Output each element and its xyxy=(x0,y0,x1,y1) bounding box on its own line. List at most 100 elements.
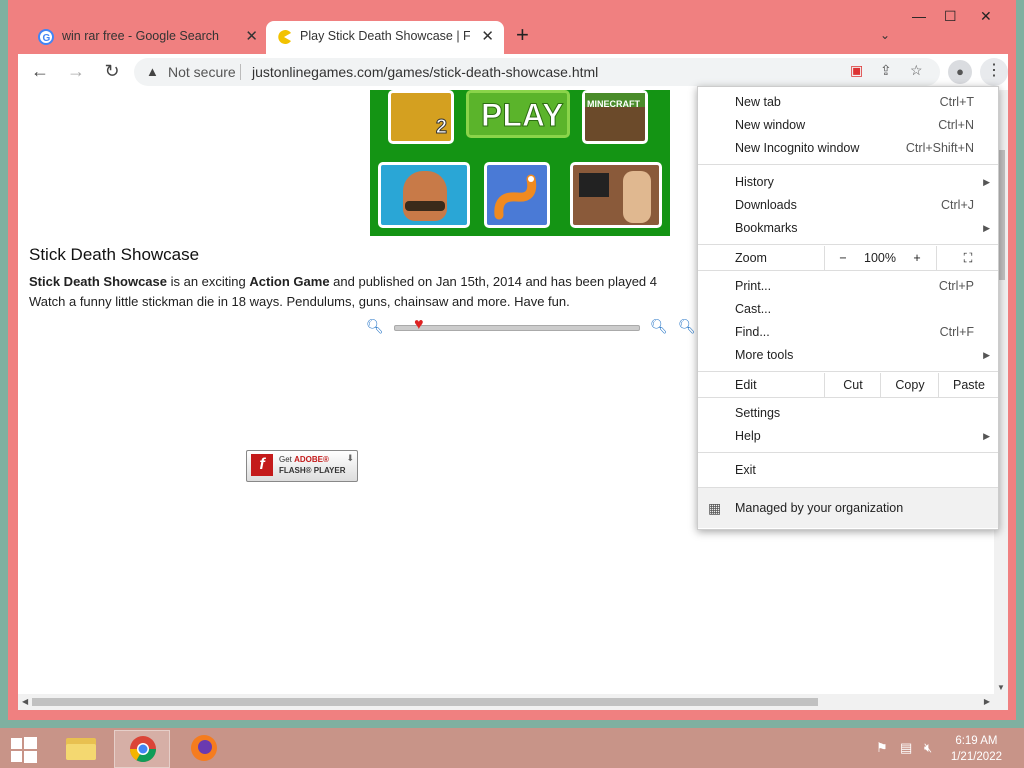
security-label[interactable]: Not secure xyxy=(168,64,236,80)
windows-logo-icon xyxy=(11,737,37,763)
game-name: Stick Death Showcase xyxy=(29,274,167,289)
menu-new-tab[interactable]: New tab Ctrl+T xyxy=(698,91,998,113)
close-tab-icon[interactable]: ✕ xyxy=(481,27,494,45)
flash-get: Get xyxy=(279,455,295,464)
menu-label: Cast... xyxy=(735,302,772,316)
profile-avatar-icon[interactable]: ● xyxy=(948,60,972,84)
google-icon: G xyxy=(38,29,54,45)
hscroll-thumb[interactable] xyxy=(32,698,818,706)
game-tile-clash[interactable] xyxy=(378,162,470,228)
clock-time: 6:19 AM xyxy=(955,735,998,747)
game-zoom-slider: 🔍︎ ♥ 🔍︎ 🔍︎ xyxy=(358,316,698,338)
zoom-minus-button[interactable]: − xyxy=(824,246,861,270)
horizontal-scrollbar[interactable]: ◀ ▶ xyxy=(18,694,1008,710)
forward-icon[interactable]: → xyxy=(64,60,88,84)
warning-icon[interactable]: ▲ xyxy=(146,64,159,79)
desc-text: is an exciting xyxy=(167,274,250,289)
menu-history[interactable]: History ▶ xyxy=(698,171,998,193)
url-text[interactable]: justonlinegames.com/games/stick-death-sh… xyxy=(252,64,598,80)
menu-kebab-icon[interactable]: ⋮ xyxy=(980,58,1008,86)
slider-track[interactable] xyxy=(394,325,640,331)
volume-muted-icon[interactable]: 🔇︎ xyxy=(924,740,932,756)
tile-label: 2 xyxy=(435,116,447,139)
menu-label: Settings xyxy=(735,406,781,420)
share-icon[interactable]: ⇪ xyxy=(880,62,892,79)
fullscreen-icon[interactable]: ⛶ xyxy=(936,246,999,270)
firefox-taskbar-icon[interactable] xyxy=(176,730,232,768)
submenu-arrow-icon: ▶ xyxy=(983,431,990,441)
game-tile-slither[interactable] xyxy=(484,162,550,228)
cut-button[interactable]: Cut xyxy=(824,373,881,397)
paste-button[interactable]: Paste xyxy=(938,373,999,397)
blocked-plugin-icon[interactable]: ▣ xyxy=(850,62,863,79)
menu-downloads[interactable]: Downloads Ctrl+J xyxy=(698,194,998,216)
game-tile-temple-run[interactable]: 2 xyxy=(388,90,454,144)
chrome-taskbar-icon[interactable] xyxy=(114,730,170,768)
menu-label: Zoom xyxy=(735,251,767,265)
menu-separator xyxy=(698,452,998,453)
scroll-left-icon[interactable]: ◀ xyxy=(22,697,28,706)
game-tile-gta[interactable] xyxy=(570,162,662,228)
maximize-button[interactable]: ☐ xyxy=(944,8,957,25)
new-tab-button[interactable]: + xyxy=(516,24,529,46)
close-window-button[interactable]: ✕ xyxy=(980,8,992,25)
clock-date: 1/21/2022 xyxy=(950,751,1002,763)
slider-heart-handle[interactable]: ♥ xyxy=(414,316,424,334)
menu-bookmarks[interactable]: Bookmarks ▶ xyxy=(698,217,998,239)
game-genre-link[interactable]: Action Game xyxy=(249,274,329,289)
start-button[interactable] xyxy=(0,730,48,768)
zoom-reset-icon[interactable]: 🔍︎ xyxy=(678,318,696,335)
menu-label: Find... xyxy=(735,325,770,339)
game-tile-minecraft[interactable]: MINECRAFT xyxy=(582,90,648,144)
tab-google-search[interactable]: G win rar free - Google Search ✕ xyxy=(28,21,268,55)
menu-find[interactable]: Find... Ctrl+F xyxy=(698,321,998,343)
network-icon[interactable]: ▤ xyxy=(900,740,912,756)
tab-title: Play Stick Death Showcase | Free xyxy=(300,29,470,43)
bookmark-star-icon[interactable]: ☆ xyxy=(910,62,923,79)
tile-label: MINECRAFT xyxy=(587,99,640,109)
file-explorer-icon[interactable] xyxy=(54,730,110,768)
scroll-right-icon[interactable]: ▶ xyxy=(984,697,990,706)
menu-help[interactable]: Help ▶ xyxy=(698,425,998,447)
download-arrow-icon: ⬇ xyxy=(346,453,354,463)
menu-settings[interactable]: Settings xyxy=(698,402,998,424)
close-tab-icon[interactable]: ✕ xyxy=(245,27,258,45)
menu-exit[interactable]: Exit xyxy=(698,459,998,481)
flash-line2: FLASH® PLAYER xyxy=(279,466,346,475)
scroll-down-icon[interactable]: ▼ xyxy=(997,683,1005,692)
menu-more-tools[interactable]: More tools ▶ xyxy=(698,344,998,366)
menu-managed[interactable]: ▦ Managed by your organization xyxy=(698,488,998,528)
get-flash-player-button[interactable]: f Get ADOBE® FLASH® PLAYER ⬇ xyxy=(246,450,358,482)
minimize-button[interactable]: — xyxy=(912,8,926,24)
taskbar-clock[interactable]: 6:19 AM 1/21/2022 xyxy=(951,733,1002,765)
address-bar[interactable]: ▲ Not secure justonlinegames.com/games/s… xyxy=(134,58,940,86)
action-center-flag-icon[interactable]: ⚑ xyxy=(876,740,888,756)
menu-shortcut: Ctrl+Shift+N xyxy=(905,141,974,155)
tab-stick-death[interactable]: Play Stick Death Showcase | Free ✕ xyxy=(266,21,504,55)
menu-print[interactable]: Print... Ctrl+P xyxy=(698,275,998,297)
building-icon: ▦ xyxy=(708,500,722,516)
tab-search-icon[interactable]: ⌄ xyxy=(880,28,890,42)
menu-incognito[interactable]: New Incognito window Ctrl+Shift+N xyxy=(698,137,998,159)
game-tile-play[interactable]: PLAY xyxy=(466,90,570,138)
zoom-level: 100% xyxy=(864,251,896,265)
menu-label: Exit xyxy=(735,463,756,477)
flash-brand: ADOBE® xyxy=(294,455,329,464)
zoom-plus-button[interactable]: + xyxy=(900,246,934,270)
pacman-icon xyxy=(276,29,292,45)
menu-shortcut: Ctrl+J xyxy=(941,198,974,212)
zoom-in-icon[interactable]: 🔍︎ xyxy=(650,318,668,335)
copy-button[interactable]: Copy xyxy=(880,373,939,397)
page-title: Stick Death Showcase xyxy=(29,245,200,264)
menu-shortcut: Ctrl+T xyxy=(939,95,974,109)
menu-separator xyxy=(698,371,998,372)
zoom-out-icon[interactable]: 🔍︎ xyxy=(366,318,384,335)
menu-label: Managed by your organization xyxy=(735,501,904,515)
menu-shortcut: Ctrl+F xyxy=(939,325,974,339)
menu-new-window[interactable]: New window Ctrl+N xyxy=(698,114,998,136)
reload-icon[interactable]: ↻ xyxy=(100,60,124,84)
submenu-arrow-icon: ▶ xyxy=(983,350,990,360)
back-icon[interactable]: ← xyxy=(28,60,52,84)
menu-label: Edit xyxy=(735,378,757,392)
menu-cast[interactable]: Cast... xyxy=(698,298,998,320)
